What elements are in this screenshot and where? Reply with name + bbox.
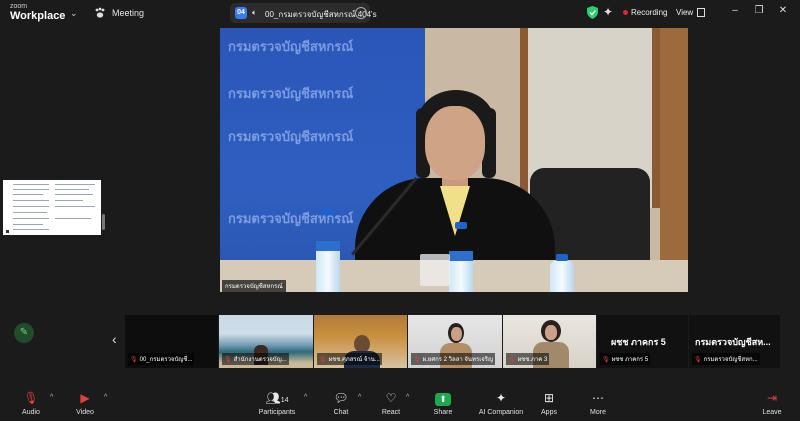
backdrop-text: กรมตรวจบัญชีสหกรณ์ <box>228 86 354 101</box>
share-button[interactable]: ⬆ Share <box>416 391 470 416</box>
leave-label: Leave <box>762 409 782 416</box>
restore-icon[interactable]: ❐ <box>752 5 766 16</box>
apps-grid-icon: ⊞ <box>543 391 555 405</box>
more-label: More <box>590 409 606 416</box>
muted-mic-icon: 🎙︎ <box>319 357 327 363</box>
ai-sparkle-icon[interactable]: ✦ <box>603 5 613 19</box>
muted-mic-icon: 🎙︎ <box>602 357 610 363</box>
participant-name: 🎙︎ 00_กรมตรวจบัญชี... <box>128 353 195 365</box>
meeting-tab[interactable]: Meeting <box>112 8 144 18</box>
meeting-toolbar: 🎙︎ Audio ^ ▶︎ Video ^ 👥︎14 Participants … <box>0 387 800 421</box>
view-button[interactable]: View <box>676 8 693 17</box>
more-dots-icon: ⋯ <box>592 391 604 405</box>
participant-strip: 🎙︎ 00_กรมตรวจบัญชี... 🎙︎ สำนักงานตรวจบัญ..… <box>125 315 780 368</box>
participant-name: 🎙︎ ผชช ภาคกร 5 <box>600 353 651 365</box>
participant-name: 🎙︎ ผชช.ศุภสรณ์ จ้าน... <box>317 353 382 365</box>
title-bar: zoom Workplace ⌄ Meeting 04 🔈︎ 00_กรมตรว… <box>0 0 800 26</box>
apps-button[interactable]: ⊞ Apps <box>522 391 576 416</box>
brand-zoom: zoom <box>10 3 28 10</box>
participant-name: 🎙︎ ผ.ยศกร 2 วิลลา จันทรเจริญ <box>411 353 496 365</box>
thumbnail-resize-handle[interactable] <box>102 214 105 230</box>
participants-label: Participants <box>258 409 296 416</box>
muted-mic-icon: 🎙︎ <box>694 357 702 363</box>
audio-options-caret-icon[interactable]: ^ <box>50 394 53 401</box>
participant-name: 🎙︎ กรมตรวจบัญชีสหก... <box>692 353 760 365</box>
speaker-more-icon[interactable]: ··· <box>355 7 367 19</box>
speaker-icon: 🔈︎ <box>252 8 257 17</box>
chat-caret-icon[interactable]: ^ <box>358 394 361 401</box>
shield-icon[interactable] <box>587 6 598 19</box>
recording-status[interactable]: Recording <box>631 8 667 17</box>
water-bottle <box>449 222 473 292</box>
muted-mic-icon: 🎙︎ <box>130 357 138 363</box>
participant-tile[interactable]: 🎙︎ สำนักงานตรวจบัญ... <box>219 315 313 368</box>
paw-meeting-icon <box>95 7 105 18</box>
shared-document-thumbnail[interactable] <box>3 180 101 235</box>
recording-dot-icon <box>623 10 628 15</box>
leave-button[interactable]: ⇥ Leave <box>745 391 799 416</box>
muted-mic-icon: 🎙︎ <box>508 357 516 363</box>
heart-react-icon: ♡ <box>385 391 397 405</box>
muted-mic-icon: 🎙︎ <box>413 357 421 363</box>
main-video-name-tag: กรมตรวจบัญชีสหกรณ์ <box>222 280 286 292</box>
participant-name: 🎙︎ สำนักงานตรวจบัญ... <box>222 353 289 365</box>
participant-tile[interactable]: 🎙︎ ผชช.ศุภสรณ์ จ้าน... <box>314 315 407 368</box>
react-button[interactable]: ♡ React <box>364 391 418 416</box>
participants-button[interactable]: 👥︎14 Participants <box>250 391 304 416</box>
brand-workplace: Workplace <box>10 10 66 22</box>
minimize-icon[interactable]: – <box>728 5 742 16</box>
speaker-face <box>425 106 485 180</box>
annotate-pen-icon[interactable]: ✎ <box>14 323 34 343</box>
participant-name: 🎙︎ ผชช.ภาค 3 <box>506 353 550 365</box>
react-caret-icon[interactable]: ^ <box>406 394 409 401</box>
participant-display-name: ผชช ภาคกร 5 <box>611 337 666 347</box>
muted-mic-icon: 🎙︎ <box>224 357 232 363</box>
strip-prev-arrow-icon[interactable]: ‹ <box>112 331 117 347</box>
apps-label: Apps <box>541 409 557 416</box>
participant-display-name: กรมตรวจบัญชีสห... <box>695 337 771 347</box>
view-grid-icon[interactable] <box>697 8 705 17</box>
share-screen-icon: ⬆ <box>435 393 451 406</box>
backdrop-text: กรมตรวจบัญชีสหกรณ์ <box>228 39 354 54</box>
participant-tile[interactable]: 🎙︎ ผชช.ภาค 3 <box>503 315 596 368</box>
leave-exit-icon: ⇥ <box>766 391 778 405</box>
participant-tile[interactable]: 🎙︎ 00_กรมตรวจบัญชี... <box>125 315 218 368</box>
share-label: Share <box>433 409 453 416</box>
participant-tile[interactable]: 🎙︎ ผ.ยศกร 2 วิลลา จันทรเจริญ <box>408 315 502 368</box>
glass-cup <box>420 254 450 286</box>
backdrop-text: กรมตรวจบัญชีสหกรณ์ <box>228 129 354 144</box>
video-label: Video <box>76 409 94 416</box>
water-bottle <box>550 254 574 292</box>
brand-chevron-down-icon[interactable]: ⌄ <box>70 8 78 19</box>
participants-icon: 👥︎14 <box>265 391 289 405</box>
close-icon[interactable]: ✕ <box>776 5 790 16</box>
participants-count: 14 <box>280 397 289 404</box>
participant-tile[interactable]: กรมตรวจบัญชีสห... 🎙︎ กรมตรวจบัญชีสหก... <box>689 315 780 368</box>
speaker-count-badge: 04 <box>235 7 247 19</box>
water-bottle <box>316 208 340 292</box>
more-button[interactable]: ⋯ More <box>571 391 625 416</box>
video-options-caret-icon[interactable]: ^ <box>104 394 107 401</box>
chat-label: Chat <box>333 409 349 416</box>
main-video-feed: กรมตรวจบัญชีสหกรณ์ กรมตรวจบัญชีสหกรณ์ กร… <box>220 28 688 292</box>
participant-tile[interactable]: ผชช ภาคกร 5 🎙︎ ผชช ภาคกร 5 <box>597 315 688 368</box>
share-icon-wrap: ⬆ <box>416 391 470 406</box>
door-frame <box>660 28 688 292</box>
audio-label: Audio <box>22 409 40 416</box>
participants-caret-icon[interactable]: ^ <box>304 394 307 401</box>
react-label: React <box>381 409 401 416</box>
